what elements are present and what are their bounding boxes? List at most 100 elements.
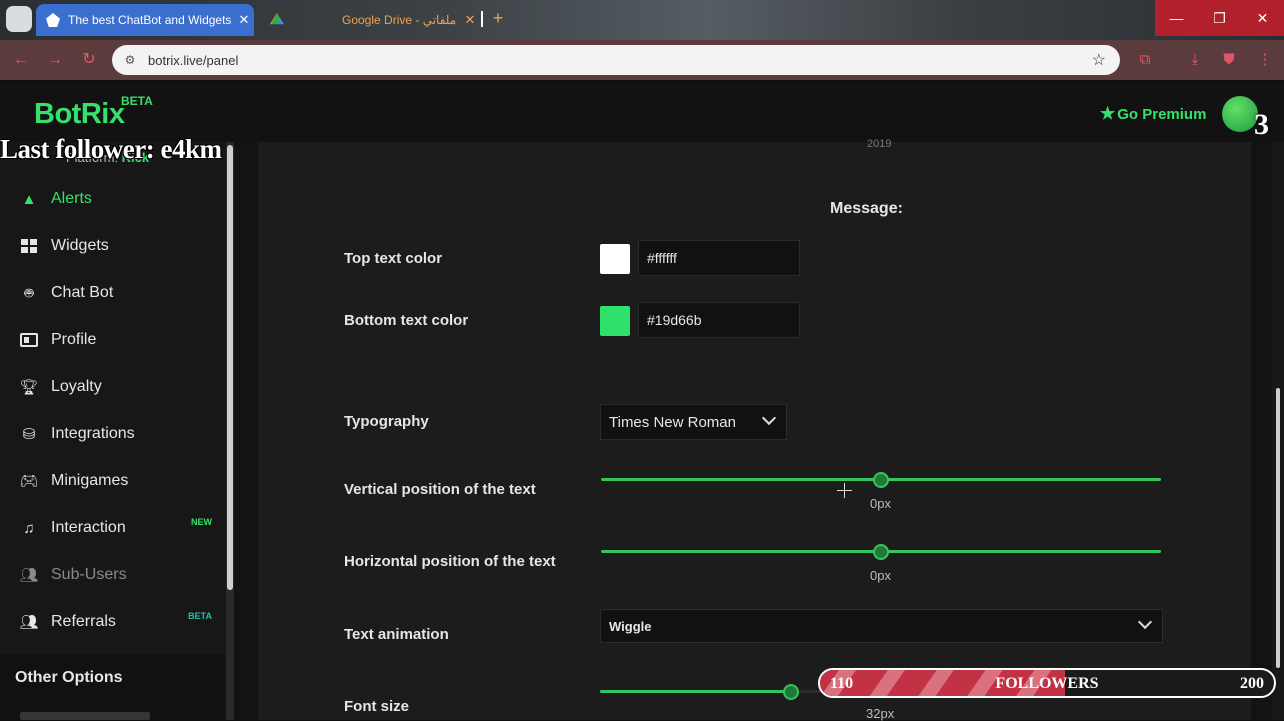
bottom-text-color-swatch[interactable] (600, 306, 630, 336)
sidebar-item-label: Integrations (51, 425, 135, 442)
sidebar-item-loyalty[interactable]: 🏆︎ Loyalty (18, 372, 218, 402)
browser-navbar: ← → ↻ ⚙ botrix.live/panel ☆ ⧉ ⤓ ⛊ ⋮ (0, 40, 1284, 80)
address-bar[interactable]: ⚙ botrix.live/panel ☆ (112, 45, 1120, 75)
download-icon[interactable]: ⤓ (1184, 49, 1206, 71)
botrix-logo[interactable]: BotRix (34, 98, 125, 131)
bottom-text-color-label: Bottom text color (344, 312, 469, 329)
typography-select[interactable]: Times New Roman (600, 404, 787, 440)
sidebar-item-chat-bot[interactable]: 🤖︎ Chat Bot (18, 278, 218, 308)
tab-google-drive[interactable]: Google Drive - ملفاتي ✕ (262, 4, 480, 36)
site-info-icon[interactable]: ⚙ (116, 53, 144, 67)
tab-title: The best ChatBot and Widgets (68, 13, 232, 27)
follower-goal-target: 200 (1240, 675, 1264, 692)
truncated-value: 2019 (867, 138, 892, 150)
warning-icon: ▲ (21, 190, 37, 208)
close-window-icon[interactable]: ✕ (1241, 0, 1284, 36)
sidebar-item-widgets[interactable]: Widgets (18, 231, 218, 261)
sidebar-item-profile[interactable]: Profile (18, 325, 218, 355)
menu-dots-icon[interactable]: ⋮ (1254, 49, 1276, 71)
other-options-title: Other Options (15, 669, 123, 686)
music-note-icon: ♫ (23, 519, 35, 537)
other-options-section (0, 654, 226, 720)
reload-icon[interactable]: ↻ (78, 49, 100, 71)
gamepad-icon: 🎮︎ (19, 473, 39, 490)
vertical-position-label: Vertical position of the text (344, 481, 536, 498)
go-premium-label: Go Premium (1117, 105, 1207, 123)
bottom-text-color-input[interactable]: #19d66b (638, 302, 800, 338)
browser-profile-icon[interactable] (6, 6, 32, 32)
window-controls: — ❐ ✕ (1155, 0, 1284, 36)
sidebar-item-label: Alerts (51, 190, 92, 207)
new-badge: NEW (191, 517, 212, 527)
id-card-icon (18, 330, 40, 350)
font-size-slider-fill (600, 690, 790, 693)
star-icon: ★ (1100, 104, 1116, 123)
beta-badge: BETA (188, 611, 212, 621)
font-size-value: 32px (866, 706, 895, 721)
sidebar-item-label: Loyalty (51, 378, 102, 395)
chevron-down-icon (761, 410, 777, 426)
plug-icon: ⛁ (22, 426, 36, 443)
sidebar-item-label: Interaction (51, 519, 126, 536)
sidebar-item-interaction[interactable]: ♫ Interaction NEW (18, 513, 218, 543)
tab-close-icon[interactable]: ✕ (234, 12, 254, 28)
sidebar-item-label: Profile (51, 331, 97, 348)
sidebar-item-label: Widgets (51, 237, 109, 254)
sidebar-item-partial[interactable] (20, 712, 150, 720)
user-group-icon: 👥︎ (19, 614, 39, 631)
tab-close-icon[interactable]: ✕ (460, 12, 480, 28)
message-section-title: Message: (830, 200, 903, 217)
sidebar-item-label: Referrals (51, 613, 116, 630)
extensions-icon[interactable]: ⧉ (1134, 49, 1156, 71)
restore-icon[interactable]: ❐ (1198, 0, 1241, 36)
url-text[interactable]: botrix.live/panel (148, 53, 238, 68)
tab-botrix[interactable]: The best ChatBot and Widgets ✕ (36, 4, 254, 36)
text-animation-value: Wiggle (609, 618, 652, 634)
typography-label: Typography (344, 413, 429, 430)
horizontal-position-slider-thumb[interactable] (873, 544, 889, 560)
avatar[interactable] (1222, 96, 1258, 132)
new-tab-icon[interactable]: + (488, 8, 508, 30)
sidebar-item-label: Chat Bot (51, 284, 114, 301)
top-text-color-input[interactable]: #ffffff (638, 240, 800, 276)
go-premium-button[interactable]: ★ Go Premium (1100, 104, 1206, 124)
follower-goal-label: FOLLOWERS (995, 675, 1099, 692)
avatar-count: 3 (1254, 108, 1269, 141)
crosshair-cursor-icon (844, 483, 845, 498)
tab-title: Google Drive - ملفاتي (342, 13, 457, 27)
typography-value: Times New Roman (609, 413, 736, 431)
minimize-icon[interactable]: — (1155, 0, 1198, 36)
logo-beta-badge: BETA (121, 94, 153, 108)
font-size-slider-thumb[interactable] (783, 684, 799, 700)
sidebar-item-sub-users[interactable]: 👥︎ Sub-Users (18, 560, 218, 590)
forward-icon[interactable]: → (44, 49, 66, 71)
text-animation-label: Text animation (344, 626, 449, 643)
vertical-position-value: 0px (870, 496, 891, 511)
sidebar-item-alerts[interactable]: ▲ Alerts (18, 184, 218, 214)
google-drive-favicon-icon (270, 13, 284, 25)
font-size-label: Font size (344, 698, 410, 715)
sidebar-scrollbar-thumb[interactable] (227, 145, 233, 590)
sidebar-item-referrals[interactable]: 👥︎ Referrals BETA (18, 607, 218, 637)
page-scrollbar-thumb[interactable] (1276, 388, 1280, 668)
top-text-color-label: Top text color (344, 250, 443, 267)
horizontal-position-value: 0px (870, 568, 891, 583)
app-header: BotRix BETA ★ Go Premium 3 (0, 82, 1284, 142)
sidebar-item-label: Minigames (51, 472, 129, 489)
robot-icon: 🤖︎ (24, 284, 34, 302)
tab-divider (481, 11, 483, 27)
browser-tabbar: The best ChatBot and Widgets ✕ Google Dr… (0, 0, 1284, 40)
text-animation-select[interactable]: Wiggle (600, 609, 1163, 643)
botrix-favicon-icon (46, 13, 60, 27)
chevron-down-icon (1137, 614, 1153, 630)
back-icon[interactable]: ← (10, 49, 32, 71)
bookmark-star-icon[interactable]: ☆ (1092, 50, 1106, 70)
vertical-position-slider-thumb[interactable] (873, 472, 889, 488)
grid-icon (18, 236, 40, 256)
users-icon: 👥︎ (19, 567, 39, 584)
follower-goal-bar: 110 FOLLOWERS 200 (818, 668, 1276, 698)
brave-shield-icon[interactable]: ⛊ (1218, 49, 1240, 71)
sidebar-item-minigames[interactable]: 🎮︎ Minigames (18, 466, 218, 496)
sidebar-item-integrations[interactable]: ⛁ Integrations (18, 419, 218, 449)
top-text-color-swatch[interactable] (600, 244, 630, 274)
